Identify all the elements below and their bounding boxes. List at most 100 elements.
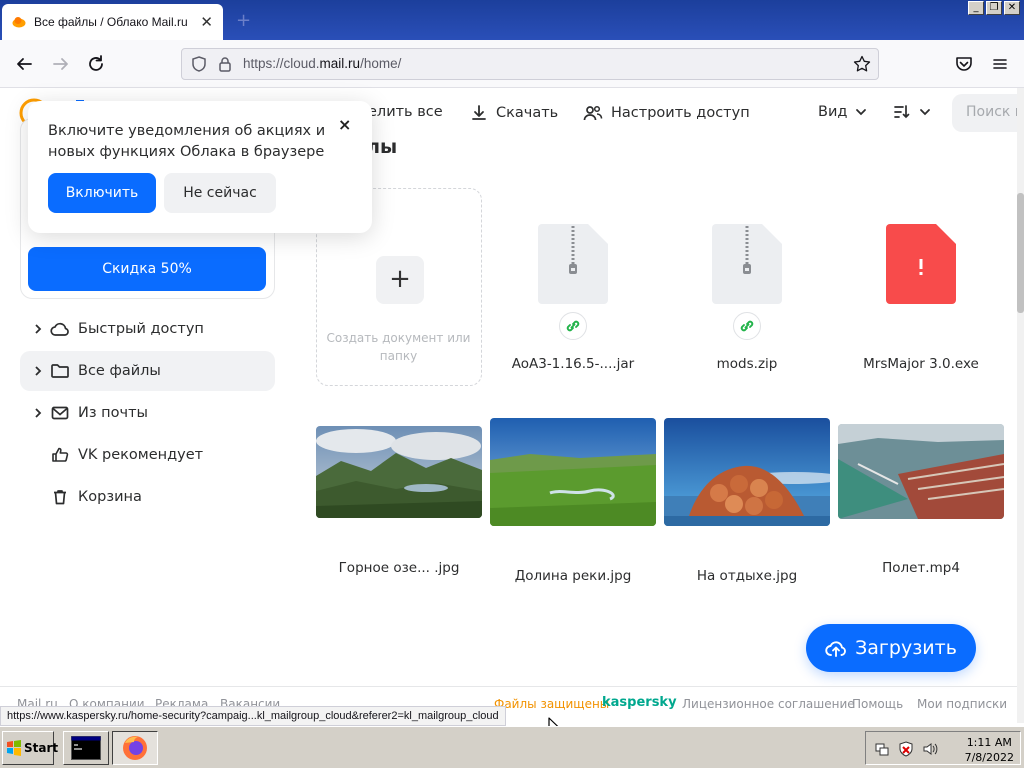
cloud-favicon-icon bbox=[12, 16, 26, 28]
footer-link-subscriptions[interactable]: Мои подписки bbox=[917, 697, 1007, 711]
file-item[interactable]: На отдыхе.jpg bbox=[664, 418, 830, 588]
clock-time: 1:11 AM bbox=[966, 736, 1012, 749]
sidebar-item-label: Из почты bbox=[78, 405, 148, 421]
upload-button[interactable]: Загрузить bbox=[806, 624, 976, 672]
volume-icon[interactable] bbox=[922, 741, 938, 757]
mail-icon bbox=[51, 406, 69, 420]
archive-file-icon bbox=[538, 224, 608, 304]
file-item[interactable]: Горное озе... .jpg bbox=[316, 418, 482, 588]
network-icon[interactable] bbox=[874, 741, 890, 757]
back-arrow-icon[interactable] bbox=[13, 53, 35, 75]
file-item[interactable]: AoA3-1.16.5-....jar bbox=[490, 188, 656, 386]
hamburger-menu-icon[interactable] bbox=[989, 53, 1011, 75]
exe-file-icon bbox=[886, 224, 956, 304]
mountain-lake-thumbnail bbox=[316, 426, 482, 518]
plus-icon: + bbox=[376, 256, 424, 304]
thumbs-up-icon bbox=[52, 447, 69, 462]
share-settings-button[interactable]: Настроить доступ bbox=[583, 104, 750, 122]
cloud-icon bbox=[50, 322, 69, 336]
download-icon bbox=[470, 104, 488, 122]
taskbar-cmd[interactable] bbox=[63, 731, 109, 765]
tab-close-icon[interactable]: ✕ bbox=[200, 13, 213, 31]
folder-icon bbox=[51, 364, 69, 378]
chevron-right-icon bbox=[30, 324, 46, 334]
sidebar-item-vk-recommends[interactable]: VK рекомендует bbox=[20, 435, 275, 475]
close-icon[interactable]: × bbox=[338, 115, 351, 134]
view-label: Вид bbox=[818, 104, 848, 120]
share-settings-label: Настроить доступ bbox=[611, 105, 750, 121]
enable-notifications-button[interactable]: Включить bbox=[48, 173, 156, 213]
sidebar-item-label: Быстрый доступ bbox=[78, 321, 204, 337]
footer-link-license[interactable]: Лицензионное соглашение bbox=[682, 697, 855, 711]
bookmark-star-icon[interactable] bbox=[853, 55, 871, 73]
users-icon bbox=[583, 104, 603, 122]
url-text: https://cloud.mail.ru/home/ bbox=[243, 56, 402, 71]
sidebar-item-label: Все файлы bbox=[78, 363, 161, 379]
window-controls: _ ❐ ✕ bbox=[968, 1, 1020, 15]
file-item[interactable]: mods.zip bbox=[664, 188, 830, 386]
sidebar-item-all-files[interactable]: Все файлы bbox=[20, 351, 275, 391]
link-icon[interactable] bbox=[559, 312, 587, 340]
sort-dropdown[interactable] bbox=[893, 104, 931, 120]
new-tab-icon[interactable]: + bbox=[236, 10, 251, 31]
archive-file-icon bbox=[712, 224, 782, 304]
file-name: Горное озе... .jpg bbox=[338, 560, 460, 576]
create-document-label: Создать документ или папку bbox=[326, 331, 471, 363]
sidebar-item-from-mail[interactable]: Из почты bbox=[20, 393, 275, 433]
reload-icon[interactable] bbox=[85, 53, 107, 75]
file-name: На отдыхе.jpg bbox=[696, 568, 798, 584]
not-now-button[interactable]: Не сейчас bbox=[164, 173, 276, 213]
chevron-right-icon bbox=[30, 408, 46, 418]
taskbar-firefox[interactable] bbox=[112, 731, 158, 765]
vacation-thumbnail bbox=[664, 418, 830, 526]
file-item[interactable]: Полет.mp4 bbox=[838, 418, 1004, 588]
download-button[interactable]: Скачать bbox=[470, 104, 558, 122]
file-item[interactable]: MrsMajor 3.0.exe bbox=[838, 188, 1004, 386]
popup-message: Включите уведомления об акциях и новых ф… bbox=[48, 123, 326, 160]
link-icon[interactable] bbox=[733, 312, 761, 340]
chevron-down-icon bbox=[855, 108, 867, 116]
sidebar-item-trash[interactable]: Корзина bbox=[20, 477, 275, 517]
page-scrollbar[interactable] bbox=[1017, 88, 1024, 723]
clock-date: 7/8/2022 bbox=[964, 751, 1014, 764]
browser-tab-active[interactable]: Все файлы / Облако Mail.ru ✕ bbox=[2, 4, 223, 40]
pocket-icon[interactable] bbox=[953, 53, 975, 75]
start-label: Start bbox=[24, 741, 59, 755]
file-name: Долина реки.jpg bbox=[514, 568, 632, 584]
file-name: MrsMajor 3.0.exe bbox=[863, 356, 979, 372]
search-input[interactable]: Поиск в bbox=[952, 94, 1017, 132]
file-name: mods.zip bbox=[716, 356, 778, 372]
windows-taskbar: Start 1:11 AM 7/8/2022 bbox=[0, 726, 1024, 768]
system-clock[interactable]: 1:11 AM 7/8/2022 bbox=[965, 735, 1014, 765]
trash-icon bbox=[54, 490, 66, 505]
minimize-button[interactable]: _ bbox=[968, 1, 984, 15]
discount-button[interactable]: Скидка 50% bbox=[28, 247, 266, 291]
forward-arrow-icon[interactable] bbox=[50, 53, 72, 75]
security-alert-icon[interactable] bbox=[898, 741, 914, 757]
file-item[interactable]: Долина реки.jpg bbox=[490, 418, 656, 588]
files-protected-label[interactable]: Файлы защищены bbox=[494, 697, 609, 711]
cloud-upload-icon bbox=[825, 638, 847, 658]
browser-nav-bar: https://cloud.mail.ru/home/ bbox=[0, 40, 1024, 88]
file-name: AoA3-1.16.5-....jar bbox=[511, 356, 635, 372]
sidebar-item-label: Корзина bbox=[78, 489, 142, 505]
sidebar-item-quick-access[interactable]: Быстрый доступ bbox=[20, 309, 275, 349]
terminal-icon bbox=[71, 736, 101, 760]
start-button[interactable]: Start bbox=[2, 731, 58, 765]
kaspersky-logo[interactable]: kaspersky bbox=[602, 695, 677, 710]
windows-logo-icon bbox=[6, 740, 22, 756]
system-tray: 1:11 AM 7/8/2022 bbox=[865, 731, 1021, 765]
status-bar-url: https://www.kaspersky.ru/home-security?c… bbox=[0, 706, 506, 726]
river-valley-thumbnail bbox=[490, 418, 656, 526]
select-all-button[interactable]: елить все bbox=[368, 104, 443, 120]
close-window-button[interactable]: ✕ bbox=[1004, 1, 1020, 15]
sidebar-item-label: VK рекомендует bbox=[78, 447, 204, 463]
lock-icon[interactable] bbox=[216, 55, 234, 73]
address-bar[interactable]: https://cloud.mail.ru/home/ bbox=[181, 48, 879, 80]
restore-button[interactable]: ❐ bbox=[986, 1, 1002, 15]
shield-icon[interactable] bbox=[190, 55, 208, 73]
footer-link-help[interactable]: Помощь bbox=[852, 697, 903, 711]
chevron-right-icon bbox=[30, 366, 46, 376]
download-label: Скачать bbox=[496, 105, 559, 121]
view-dropdown[interactable]: Вид bbox=[818, 104, 867, 120]
